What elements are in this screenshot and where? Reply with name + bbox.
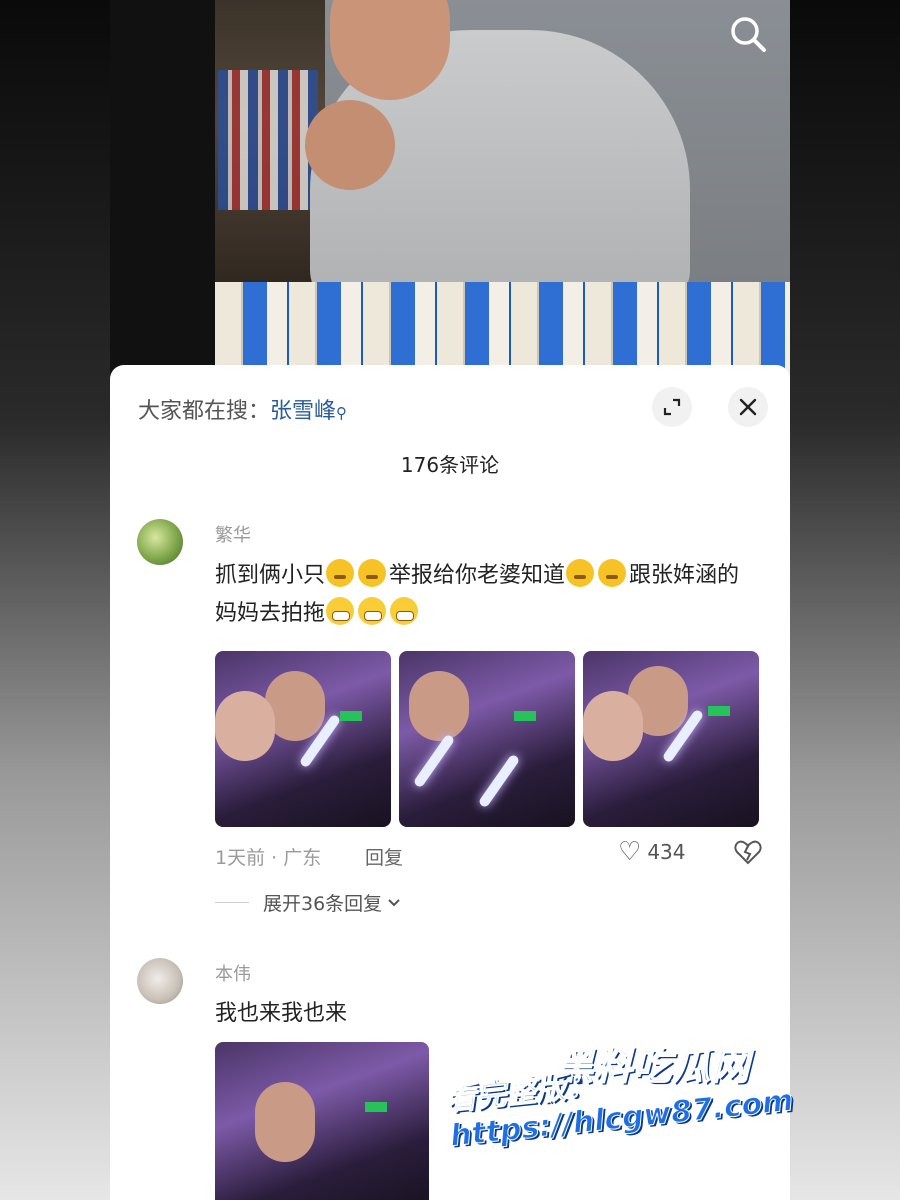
photo-face [215, 691, 275, 761]
video-person-hand [305, 100, 395, 190]
comment-photo[interactable] [215, 651, 391, 827]
photo-face [583, 691, 643, 761]
glowstick [412, 733, 456, 789]
comment-username[interactable]: 本伟 [215, 960, 251, 986]
exit-sign [365, 1102, 387, 1112]
dislike-button[interactable] [734, 839, 762, 871]
exit-sign [514, 711, 536, 721]
close-button[interactable] [728, 387, 768, 427]
grin-emoji-icon [358, 597, 387, 625]
comment-username[interactable]: 繁华 [215, 521, 251, 547]
comment-text: 抓到俩小只 举报给你老婆知道 跟张姩涵的妈妈去拍拖 [215, 557, 755, 633]
photo-face [409, 671, 469, 741]
smirk-emoji-icon [598, 559, 627, 587]
photo-face [255, 1082, 315, 1162]
expand-icon [663, 398, 681, 416]
expand-replies-button[interactable]: 展开36条回复 [215, 889, 402, 916]
smirk-emoji-icon [358, 559, 387, 587]
reply-button[interactable]: 回复 [365, 843, 403, 870]
search-suggestion-prefix: 大家都在搜： [138, 399, 271, 424]
search-icon: ⚲ [336, 404, 348, 422]
search-suggestion-keyword[interactable]: 张雪峰 [270, 399, 336, 424]
grin-emoji-icon [390, 597, 419, 625]
smirk-emoji-icon [566, 559, 595, 587]
divider [215, 902, 249, 903]
exit-sign [340, 711, 362, 721]
close-icon [739, 398, 757, 416]
like-button[interactable]: ♡ 434 [618, 839, 686, 865]
search-suggestion[interactable]: 大家都在搜：张雪峰⚲ [138, 393, 347, 425]
glowstick [477, 753, 521, 809]
avatar[interactable] [137, 519, 183, 565]
video-player[interactable] [110, 0, 790, 380]
chevron-down-icon [388, 898, 400, 906]
comment-meta: 1天前 · 广东 [215, 847, 322, 869]
comment-photo[interactable] [583, 651, 759, 827]
smirk-emoji-icon [326, 559, 355, 587]
avatar[interactable] [137, 958, 183, 1004]
grin-emoji-icon [326, 597, 355, 625]
comment-count: 176条评论 [400, 453, 500, 477]
comment-photo[interactable] [215, 1042, 429, 1200]
backdrop-right [790, 0, 900, 1200]
exit-sign [708, 706, 730, 716]
fullscreen-button[interactable] [652, 387, 692, 427]
backdrop-left [0, 0, 110, 1200]
like-count: 434 [647, 840, 686, 864]
comment-text: 我也来我也来 [215, 1001, 348, 1026]
comment-photos [215, 651, 759, 827]
heart-icon: ♡ [618, 837, 642, 867]
comment-text-part: 抓到俩小只 [215, 563, 326, 588]
video-shelf-books [218, 70, 318, 210]
comment-photo[interactable] [399, 651, 575, 827]
broken-heart-icon [734, 840, 762, 865]
search-icon[interactable] [726, 12, 770, 56]
comment-text-part: 举报给你老婆知道 [389, 563, 566, 588]
expand-replies-label: 展开36条回复 [263, 893, 383, 915]
